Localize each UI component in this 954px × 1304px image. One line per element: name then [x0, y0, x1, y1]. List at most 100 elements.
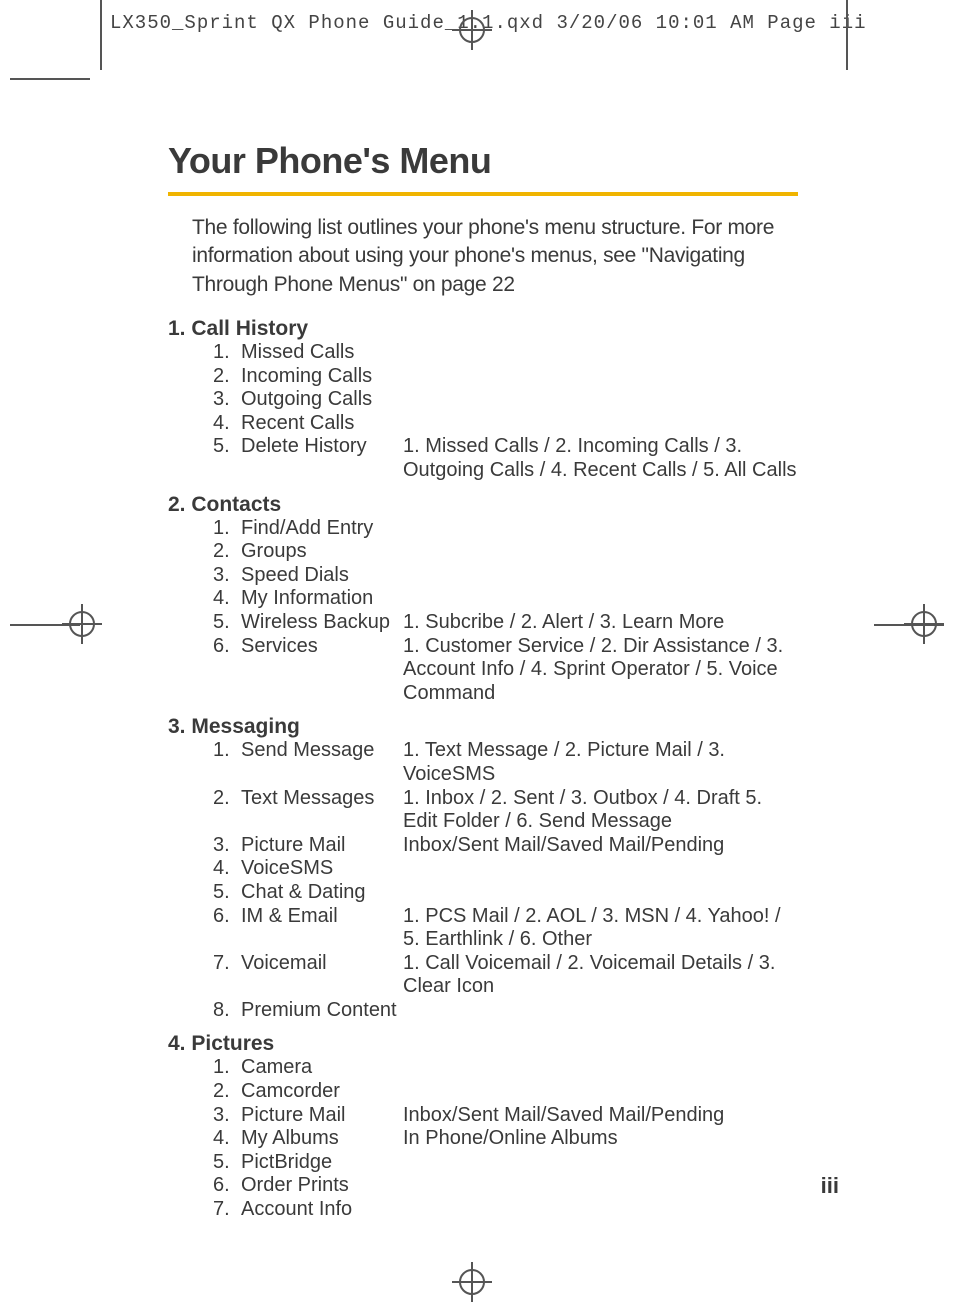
registration-mark-icon: [452, 1262, 492, 1302]
menu-item-subitems: [403, 412, 798, 436]
menu-item-number: 4.: [168, 587, 241, 611]
menu-item-row: 3.Picture MailInbox/Sent Mail/Saved Mail…: [168, 1104, 798, 1128]
menu-item-row: 4.VoiceSMS: [168, 857, 798, 881]
menu-item-number: 4.: [168, 857, 241, 881]
menu-item-label: Picture Mail: [241, 1104, 345, 1128]
menu-item-label: Camera: [241, 1056, 312, 1080]
menu-item-subitems: [403, 587, 798, 611]
menu-item-subitems: In Phone/Online Albums: [403, 1127, 798, 1151]
crop-mark: [100, 0, 102, 70]
menu-item-label: Send Message: [241, 739, 374, 786]
menu-item-subitems: 1. Customer Service / 2. Dir Assistance …: [403, 635, 798, 706]
menu-item-left: 2.Text Messages: [168, 787, 403, 834]
menu-item-label: Groups: [241, 540, 307, 564]
menu-item-subitems: Inbox/Sent Mail/Saved Mail/Pending: [403, 834, 798, 858]
menu-item-row: 1.Find/Add Entry: [168, 517, 798, 541]
menu-item-number: 5.: [168, 611, 241, 635]
menu-item-left: 1.Missed Calls: [168, 341, 403, 365]
menu-item-row: 3.Picture MailInbox/Sent Mail/Saved Mail…: [168, 834, 798, 858]
menu-item-label: Missed Calls: [241, 341, 354, 365]
menu-item-row: 4.My Information: [168, 587, 798, 611]
menu-item-label: Premium Content: [241, 999, 397, 1023]
menu-item-number: 5.: [168, 881, 241, 905]
menu-item-left: 3.Speed Dials: [168, 564, 403, 588]
section-heading: 2. Contacts: [168, 493, 798, 517]
menu-item-row: 6.Services1. Customer Service / 2. Dir A…: [168, 635, 798, 706]
menu-item-number: 6.: [168, 635, 241, 706]
menu-item-label: IM & Email: [241, 905, 338, 952]
menu-item-row: 7.Voicemail1. Call Voicemail / 2. Voicem…: [168, 952, 798, 999]
menu-item-row: 6.Order Prints: [168, 1174, 798, 1198]
menu-item-number: 3.: [168, 834, 241, 858]
menu-item-label: Find/Add Entry: [241, 517, 373, 541]
menu-item-label: Incoming Calls: [241, 365, 372, 389]
menu-item-label: Speed Dials: [241, 564, 349, 588]
menu-item-number: 1.: [168, 739, 241, 786]
menu-item-row: 4.Recent Calls: [168, 412, 798, 436]
registration-mark-icon: [62, 604, 102, 644]
menu-item-subitems: [403, 1151, 798, 1175]
menu-item-subitems: [403, 564, 798, 588]
menu-item-label: Recent Calls: [241, 412, 354, 436]
menu-item-number: 4.: [168, 1127, 241, 1151]
menu-item-row: 1.Send Message1. Text Message / 2. Pictu…: [168, 739, 798, 786]
menu-item-left: 6.Services: [168, 635, 403, 706]
menu-item-left: 1.Send Message: [168, 739, 403, 786]
menu-item-left: 5.Chat & Dating: [168, 881, 403, 905]
menu-item-number: 6.: [168, 1174, 241, 1198]
menu-item-left: 4.My Information: [168, 587, 403, 611]
crop-mark: [10, 78, 90, 80]
menu-item-left: 3.Picture Mail: [168, 1104, 403, 1128]
menu-item-number: 5.: [168, 1151, 241, 1175]
menu-item-label: Order Prints: [241, 1174, 349, 1198]
menu-item-row: 3.Outgoing Calls: [168, 388, 798, 412]
registration-mark-icon: [904, 604, 944, 644]
menu-item-left: 4.My Albums: [168, 1127, 403, 1151]
menu-item-subitems: 1. Text Message / 2. Picture Mail / 3. V…: [403, 739, 798, 786]
menu-item-subitems: 1. Subcribe / 2. Alert / 3. Learn More: [403, 611, 798, 635]
section-heading: 4. Pictures: [168, 1032, 798, 1056]
menu-item-subitems: [403, 388, 798, 412]
menu-item-label: Chat & Dating: [241, 881, 366, 905]
menu-item-number: 3.: [168, 388, 241, 412]
menu-item-label: My Albums: [241, 1127, 339, 1151]
menu-item-label: Picture Mail: [241, 834, 345, 858]
menu-item-number: 3.: [168, 564, 241, 588]
menu-item-left: 2.Camcorder: [168, 1080, 403, 1104]
title-rule: [168, 192, 798, 196]
menu-item-number: 7.: [168, 952, 241, 999]
menu-item-left: 8.Premium Content: [168, 999, 403, 1023]
menu-item-left: 3.Picture Mail: [168, 834, 403, 858]
menu-item-row: 5.PictBridge: [168, 1151, 798, 1175]
menu-item-number: 1.: [168, 517, 241, 541]
menu-item-left: 6.IM & Email: [168, 905, 403, 952]
menu-item-number: 2.: [168, 1080, 241, 1104]
page-number: iii: [821, 1173, 839, 1199]
menu-item-row: 5.Chat & Dating: [168, 881, 798, 905]
menu-item-subitems: [403, 1174, 798, 1198]
menu-item-left: 2.Incoming Calls: [168, 365, 403, 389]
menu-item-left: 6.Order Prints: [168, 1174, 403, 1198]
menu-item-subitems: [403, 517, 798, 541]
menu-item-subitems: [403, 1198, 798, 1222]
menu-item-subitems: [403, 881, 798, 905]
menu-item-row: 3.Speed Dials: [168, 564, 798, 588]
menu-item-left: 7.Voicemail: [168, 952, 403, 999]
menu-item-row: 2.Incoming Calls: [168, 365, 798, 389]
menu-item-row: 2.Text Messages1. Inbox / 2. Sent / 3. O…: [168, 787, 798, 834]
menu-item-row: 8.Premium Content: [168, 999, 798, 1023]
menu-item-left: 3.Outgoing Calls: [168, 388, 403, 412]
menu-item-label: Account Info: [241, 1198, 352, 1222]
menu-item-number: 8.: [168, 999, 241, 1023]
menu-item-row: 2.Camcorder: [168, 1080, 798, 1104]
menu-item-subitems: [403, 857, 798, 881]
menu-item-number: 2.: [168, 540, 241, 564]
menu-item-number: 7.: [168, 1198, 241, 1222]
menu-item-left: 2.Groups: [168, 540, 403, 564]
section-heading: 1. Call History: [168, 317, 798, 341]
menu-item-subitems: 1. Inbox / 2. Sent / 3. Outbox / 4. Draf…: [403, 787, 798, 834]
menu-item-number: 2.: [168, 787, 241, 834]
menu-item-subitems: [403, 540, 798, 564]
menu-item-label: Voicemail: [241, 952, 327, 999]
menu-item-number: 1.: [168, 1056, 241, 1080]
